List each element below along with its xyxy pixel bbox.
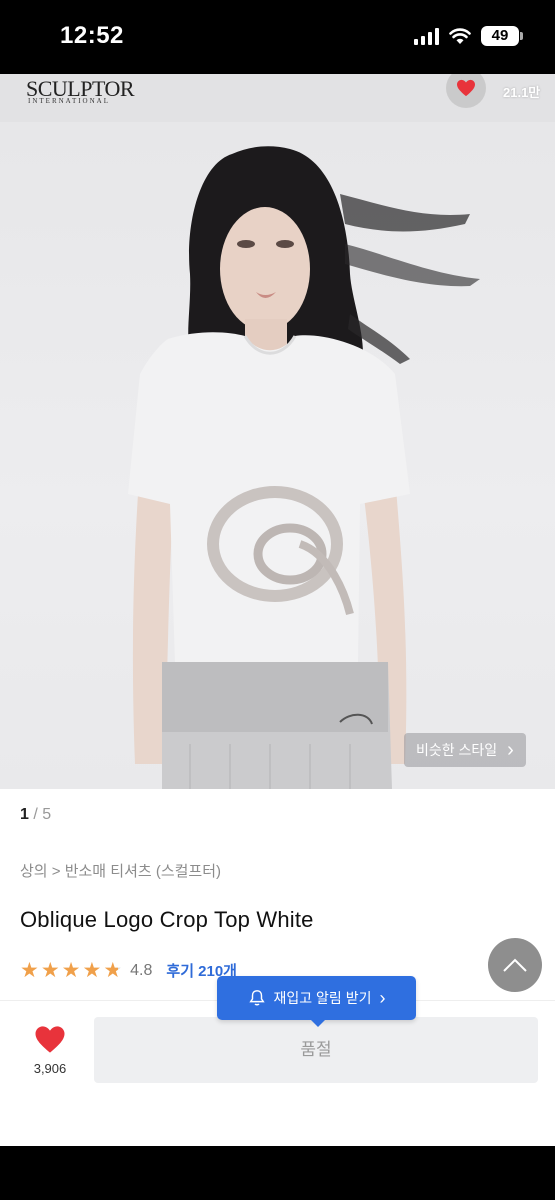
rating-row[interactable]: ★ ★ ★ ★ ★ 4.8 후기 210개	[20, 960, 237, 981]
product-image[interactable]: SCULPTOR INTERNATIONAL 21.1만 비슷한 스타일 ›	[0, 74, 555, 789]
star-icon: ★	[82, 959, 102, 982]
chevron-right-icon: ›	[507, 739, 514, 761]
similar-style-button[interactable]: 비슷한 스타일 ›	[404, 733, 526, 767]
like-count-top: 21.1만	[503, 85, 541, 100]
image-pager: 1 / 5	[20, 806, 51, 824]
like-count-bottom: 3,906	[33, 1061, 67, 1076]
battery-icon: 49	[481, 26, 523, 46]
status-icons: 49	[414, 26, 523, 46]
product-screen: SCULPTOR INTERNATIONAL 21.1만 비슷한 스타일 › 1…	[0, 74, 555, 1146]
scroll-top-button[interactable]	[488, 938, 542, 992]
similar-style-label: 비슷한 스타일	[416, 742, 498, 758]
heart-icon	[457, 79, 475, 97]
brand-bar: SCULPTOR INTERNATIONAL 21.1만	[0, 74, 555, 122]
chevron-right-icon: ›	[379, 987, 386, 1008]
wifi-icon	[449, 27, 471, 44]
chevron-up-icon	[503, 958, 527, 972]
rating-stars: ★ ★ ★ ★ ★	[20, 960, 122, 981]
pager-separator: /	[28, 806, 43, 823]
restock-alert-label: 재입고 알림 받기	[273, 990, 372, 1006]
brand-logo-sub: INTERNATIONAL	[28, 97, 110, 105]
status-time: 12:52	[60, 22, 124, 49]
restock-alert-button[interactable]: 재입고 알림 받기 ›	[217, 976, 416, 1027]
signal-icon	[414, 27, 439, 45]
like-button-top[interactable]	[446, 74, 486, 108]
category-breadcrumb[interactable]: 상의 > 반소매 티셔츠 (스컬프터)	[20, 860, 221, 881]
star-icon: ★	[61, 959, 81, 982]
product-title: Oblique Logo Crop Top White	[20, 907, 314, 932]
status-bar: 12:52 49	[0, 0, 555, 74]
star-icon: ★	[40, 959, 60, 982]
bottom-action-bar: 3,906 품절	[0, 1000, 555, 1146]
model-photo	[128, 146, 480, 789]
pager-current: 1	[20, 806, 29, 823]
pager-total: 5	[42, 806, 52, 823]
rating-score: 4.8	[130, 961, 153, 979]
heart-icon	[35, 1026, 65, 1053]
bell-icon	[248, 990, 265, 1006]
star-icon: ★	[20, 959, 39, 982]
bottom-bezel	[0, 1146, 555, 1200]
like-button-bottom[interactable]: 3,906	[28, 1025, 72, 1076]
star-icon: ★	[103, 959, 123, 982]
